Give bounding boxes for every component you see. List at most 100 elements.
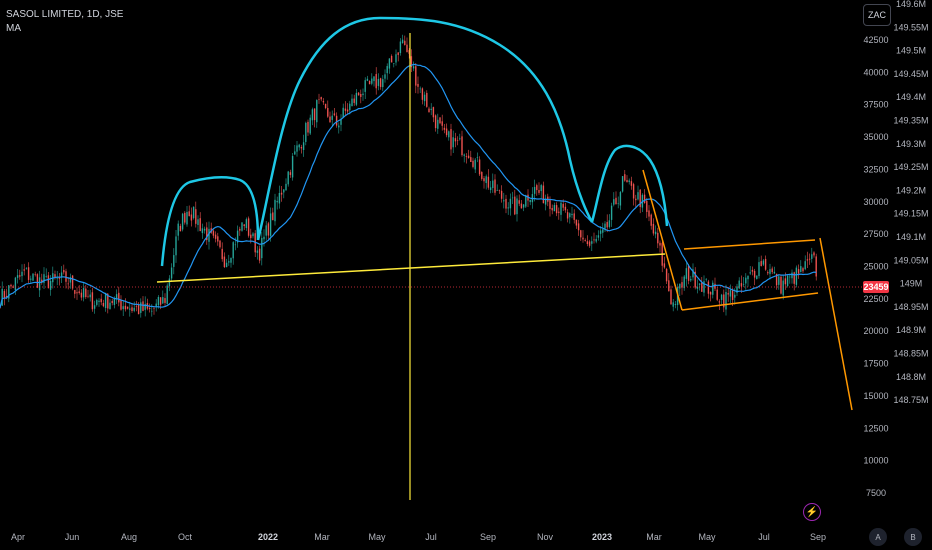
candle-body: [324, 103, 327, 109]
candle: [593, 232, 595, 244]
candle-body: [628, 180, 630, 182]
candle-body: [439, 117, 441, 124]
candle-body: [773, 271, 776, 274]
candle: [256, 246, 259, 260]
candle: [65, 268, 67, 289]
candle: [316, 99, 318, 128]
candle: [764, 255, 767, 271]
candle-body: [720, 294, 723, 300]
candle: [571, 206, 573, 219]
candle-body: [93, 305, 96, 309]
candle: [630, 176, 633, 190]
candle: [575, 219, 578, 229]
candle: [467, 149, 470, 159]
candle-body: [412, 66, 415, 69]
secondary-tick-label: 149.1M: [896, 232, 926, 242]
candle: [617, 196, 619, 209]
candle-body: [368, 80, 371, 85]
candle: [511, 191, 514, 205]
candle: [291, 152, 294, 181]
candle-body: [126, 306, 129, 309]
candle: [586, 235, 589, 247]
candle-body: [377, 78, 380, 86]
candle: [188, 205, 190, 217]
candle: [694, 267, 696, 290]
candle-body: [313, 108, 316, 121]
candle: [241, 222, 243, 232]
candle: [278, 185, 281, 209]
candle: [122, 300, 124, 316]
candle: [45, 268, 47, 279]
candle-body: [575, 219, 578, 226]
candle: [258, 245, 261, 264]
currency-button[interactable]: ZAC: [863, 4, 891, 26]
candle: [177, 220, 179, 241]
indicator-label[interactable]: MA: [6, 22, 123, 36]
candle: [584, 238, 586, 242]
candle: [542, 181, 545, 204]
candle: [276, 196, 278, 210]
candle-body: [349, 103, 351, 111]
candle-body: [485, 176, 487, 184]
candle: [236, 225, 239, 248]
candle-body: [718, 301, 721, 303]
secondary-tick-label: 148.8M: [896, 372, 926, 382]
candle: [179, 223, 182, 232]
candle: [762, 259, 765, 266]
candle: [492, 173, 494, 193]
candle-body: [71, 275, 74, 289]
candle-body: [465, 155, 468, 157]
candle: [690, 275, 692, 283]
candle-body: [243, 224, 245, 227]
candle-body: [179, 225, 182, 232]
candle: [474, 157, 476, 173]
candle: [274, 193, 276, 226]
price-tick-label: 20000: [863, 326, 888, 336]
candle: [520, 200, 523, 209]
candle-body: [89, 294, 91, 298]
candle-body: [316, 100, 318, 123]
candle-body: [296, 145, 298, 152]
log-scale-button[interactable]: B: [904, 528, 922, 546]
candle-body: [767, 272, 769, 274]
chart-header: SASOL LIMITED, 1D, JSE MA: [6, 8, 123, 36]
candle-body: [280, 192, 283, 195]
candle-body: [648, 210, 650, 217]
candle-body: [674, 304, 677, 305]
candle-body: [608, 220, 611, 227]
candle: [432, 106, 435, 123]
candle-body: [32, 273, 34, 281]
candle: [751, 266, 754, 276]
candle: [672, 299, 674, 312]
candle-body: [382, 79, 384, 88]
candle: [496, 184, 498, 191]
candle-body: [120, 300, 122, 310]
candle: [219, 239, 221, 249]
auto-scale-button[interactable]: A: [869, 528, 887, 546]
symbol-title[interactable]: SASOL LIMITED, 1D, JSE: [6, 8, 123, 22]
candle: [360, 89, 362, 104]
candle-body: [195, 209, 197, 224]
candle: [650, 213, 652, 230]
candle-body: [23, 269, 25, 271]
candle-body: [745, 277, 747, 284]
lightning-icon[interactable]: ⚡: [803, 503, 821, 521]
candle: [696, 279, 699, 294]
candle: [760, 255, 762, 267]
candle-body: [397, 52, 399, 55]
candle-body: [291, 156, 294, 178]
candle: [747, 275, 749, 287]
candle-body: [712, 282, 714, 295]
candle: [802, 266, 804, 274]
candle-body: [487, 176, 490, 188]
candle: [170, 263, 173, 282]
price-chart[interactable]: 42500 40000 37500 35000 32500 30000 27500 25000…: [0, 0, 932, 550]
candle-body: [749, 272, 751, 274]
candle: [635, 194, 637, 208]
candle: [375, 67, 377, 95]
candle: [648, 205, 650, 222]
candle-body: [716, 289, 718, 300]
candle-body: [679, 283, 681, 289]
candle: [309, 114, 311, 136]
candle-body: [698, 283, 701, 285]
